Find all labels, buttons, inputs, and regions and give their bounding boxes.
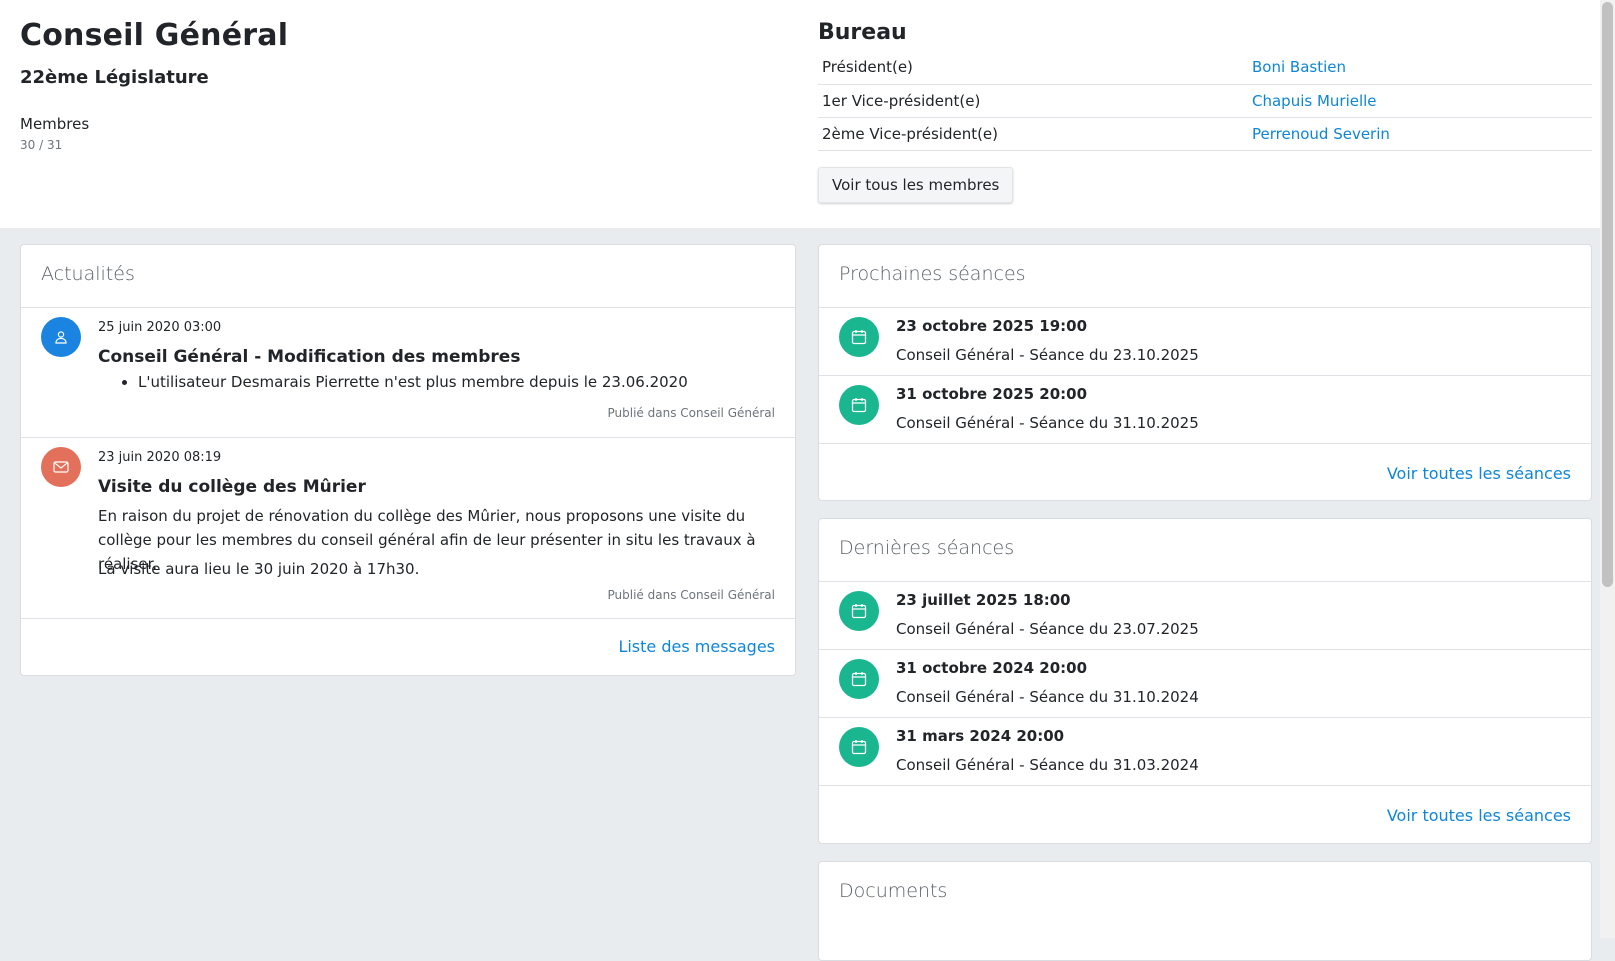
members-count: 30 / 31	[20, 138, 63, 152]
session-item[interactable]: 31 octobre 2024 20:00 Conseil Général - …	[819, 650, 1591, 718]
legislature-subtitle: 22ème Législature	[20, 67, 209, 88]
upcoming-sessions-title: Prochaines séances	[819, 245, 1591, 308]
news-title[interactable]: Visite du collège des Mûrier	[98, 477, 366, 497]
past-sessions-title: Dernières séances	[819, 519, 1591, 582]
session-name: Conseil Général - Séance du 23.10.2025	[896, 346, 1199, 364]
news-card: Actualités 25 juin 2020 03:00 Conseil Gé…	[20, 244, 796, 676]
members-label: Membres	[20, 115, 90, 133]
envelope-icon	[41, 447, 81, 487]
news-title[interactable]: Conseil Général - Modification des membr…	[98, 347, 520, 367]
published-in: Publié dans Conseil Général	[607, 588, 776, 602]
documents-card: Documents	[818, 861, 1592, 961]
bureau-role: 2ème Vice-président(e)	[818, 117, 1248, 151]
page-title: Conseil Général	[20, 18, 289, 53]
news-body-extra: La visite aura lieu le 30 juin 2020 à 17…	[98, 560, 420, 578]
upcoming-sessions-footer: Voir toutes les séances	[819, 444, 1591, 483]
news-date: 23 juin 2020 08:19	[98, 450, 222, 465]
bureau-row: 1er Vice-président(e) Chapuis Murielle	[818, 84, 1592, 118]
past-sessions-footer: Voir toutes les séances	[819, 786, 1591, 825]
published-in: Publié dans Conseil Général	[607, 406, 776, 420]
documents-title: Documents	[839, 880, 948, 902]
session-item[interactable]: 31 mars 2024 20:00 Conseil Général - Séa…	[819, 718, 1591, 786]
page-scrollbar[interactable]	[1600, 0, 1615, 938]
session-name: Conseil Général - Séance du 31.10.2025	[896, 414, 1199, 432]
session-date: 31 mars 2024 20:00	[896, 727, 1065, 745]
bureau-member-link[interactable]: Boni Bastien	[1252, 58, 1346, 76]
bureau-role: 1er Vice-président(e)	[818, 84, 1248, 118]
user-icon	[41, 317, 81, 357]
news-card-title: Actualités	[21, 245, 795, 308]
calendar-icon	[839, 727, 879, 767]
session-date: 31 octobre 2024 20:00	[896, 659, 1088, 677]
header-section: Conseil Général 22ème Législature Membre…	[0, 0, 1600, 228]
calendar-icon	[839, 385, 879, 425]
bureau-member-link[interactable]: Perrenoud Severin	[1252, 125, 1390, 143]
news-bullet-list: L'utilisateur Desmarais Pierrette n'est …	[98, 373, 688, 391]
messages-list-link[interactable]: Liste des messages	[618, 637, 775, 656]
bureau-row: 2ème Vice-président(e) Perrenoud Severin	[818, 117, 1592, 151]
scrollbar-thumb[interactable]	[1602, 2, 1613, 587]
session-name: Conseil Général - Séance du 31.10.2024	[896, 688, 1199, 706]
session-date: 23 juillet 2025 18:00	[896, 591, 1071, 609]
calendar-icon	[839, 591, 879, 631]
session-name: Conseil Général - Séance du 31.03.2024	[896, 756, 1199, 774]
news-footer: Liste des messages	[21, 619, 795, 656]
news-date: 25 juin 2020 03:00	[98, 320, 222, 335]
session-item[interactable]: 23 octobre 2025 19:00 Conseil Général - …	[819, 308, 1591, 376]
news-item: 23 juin 2020 08:19 Visite du collège des…	[21, 438, 795, 619]
news-item: 25 juin 2020 03:00 Conseil Général - Mod…	[21, 308, 795, 438]
upcoming-sessions-card: Prochaines séances 23 octobre 2025 19:00…	[818, 244, 1592, 501]
bureau-panel: Bureau Président(e) Boni Bastien 1er Vic…	[818, 20, 1592, 203]
view-all-sessions-link[interactable]: Voir toutes les séances	[1387, 806, 1571, 825]
bureau-title: Bureau	[818, 20, 907, 45]
session-item[interactable]: 23 juillet 2025 18:00 Conseil Général - …	[819, 582, 1591, 650]
bureau-table: Président(e) Boni Bastien 1er Vice-prési…	[818, 51, 1592, 151]
session-item[interactable]: 31 octobre 2025 20:00 Conseil Général - …	[819, 376, 1591, 444]
session-name: Conseil Général - Séance du 23.07.2025	[896, 620, 1199, 638]
news-bullet: L'utilisateur Desmarais Pierrette n'est …	[138, 373, 688, 391]
view-all-sessions-link[interactable]: Voir toutes les séances	[1387, 464, 1571, 483]
session-date: 31 octobre 2025 20:00	[896, 385, 1088, 403]
bureau-role: Président(e)	[818, 51, 1248, 85]
view-all-members-button[interactable]: Voir tous les membres	[818, 166, 1014, 203]
calendar-icon	[839, 659, 879, 699]
session-date: 23 octobre 2025 19:00	[896, 317, 1088, 335]
bureau-row: Président(e) Boni Bastien	[818, 51, 1592, 85]
calendar-icon	[839, 317, 879, 357]
past-sessions-card: Dernières séances 23 juillet 2025 18:00 …	[818, 518, 1592, 844]
bureau-member-link[interactable]: Chapuis Murielle	[1252, 92, 1377, 110]
